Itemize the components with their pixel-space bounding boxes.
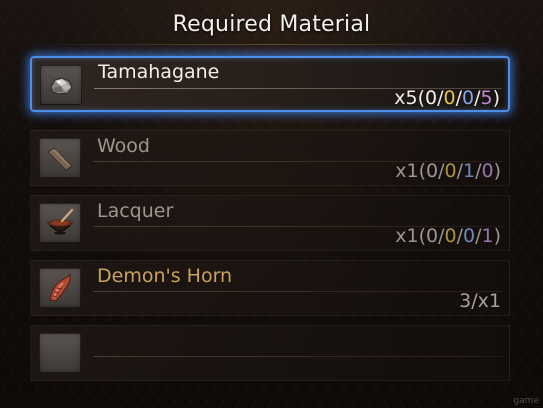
- count-uncommon: 0: [444, 225, 457, 247]
- material-name: Demon's Horn: [97, 265, 233, 287]
- row-divider: [93, 356, 503, 357]
- panel-title: Required Material: [172, 12, 371, 37]
- material-name: Tamahagane: [98, 61, 220, 83]
- material-quantity: x5(0/0/0/5): [394, 87, 500, 109]
- count-common: 0: [425, 225, 439, 247]
- qty-suffix: ): [492, 87, 500, 109]
- qty-prefix: x1(: [395, 160, 426, 182]
- material-row-lacquer[interactable]: Lacquer x1(0/0/0/1): [30, 195, 510, 251]
- required-material-panel: Required Material Tamahagane x5(0/0/0/5)…: [0, 0, 543, 408]
- wood-icon: [47, 147, 73, 171]
- material-name: Lacquer: [97, 200, 174, 222]
- count-exotic: 5: [480, 87, 493, 109]
- count-common: 0: [424, 87, 438, 109]
- material-slot: [39, 268, 81, 308]
- tamahagane-icon: [50, 77, 73, 95]
- watermark: game: [513, 396, 539, 406]
- material-slot: [39, 203, 81, 243]
- qty-prefix: x1(: [395, 225, 426, 247]
- count-common: 0: [425, 160, 439, 182]
- count-rare: 1: [462, 160, 476, 182]
- material-slot: [40, 65, 82, 105]
- count-uncommon: 0: [444, 160, 457, 182]
- material-quantity: x1(0/0/1/0): [395, 160, 501, 182]
- count-rare: 0: [461, 87, 475, 109]
- count-exotic: 1: [481, 225, 494, 247]
- material-name: Wood: [97, 135, 150, 157]
- material-row-wood[interactable]: Wood x1(0/0/1/0): [30, 130, 510, 186]
- empty-slot: [39, 333, 81, 373]
- material-row-empty[interactable]: [30, 325, 510, 381]
- qty-suffix: ): [493, 160, 501, 182]
- row-divider: [93, 291, 503, 292]
- qty-suffix: ): [493, 225, 501, 247]
- material-row-tamahagane[interactable]: Tamahagane x5(0/0/0/5): [30, 56, 510, 112]
- count-uncommon: 0: [443, 87, 456, 109]
- material-quantity: 3/x1: [459, 290, 501, 312]
- material-row-demons-horn[interactable]: Demon's Horn 3/x1: [30, 260, 510, 316]
- material-slot: [39, 138, 81, 178]
- material-quantity: x1(0/0/0/1): [395, 225, 501, 247]
- count-exotic: 0: [481, 160, 494, 182]
- lacquer-bowl-icon: [46, 208, 74, 235]
- demon-horn-icon: [49, 272, 71, 302]
- title-divider: [20, 44, 523, 45]
- qty-prefix: x5(: [394, 87, 425, 109]
- count-rare: 0: [462, 225, 476, 247]
